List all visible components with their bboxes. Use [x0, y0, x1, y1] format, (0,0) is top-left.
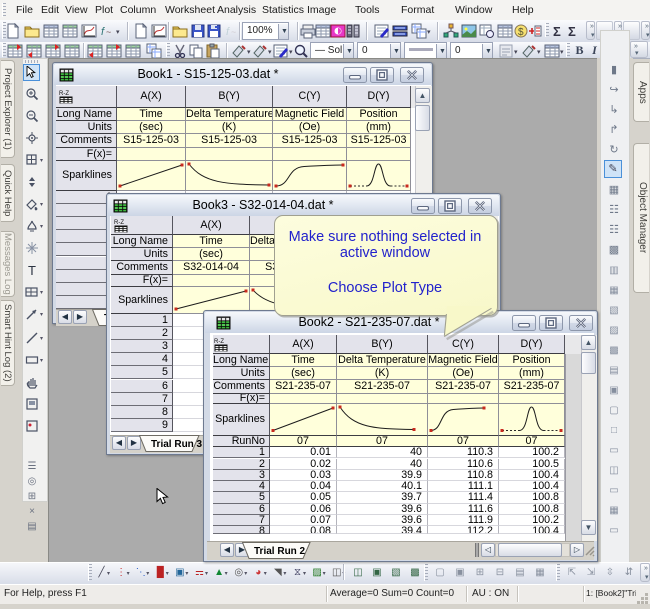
svg-text:$: $	[518, 27, 524, 38]
svg-text:~: ~	[231, 27, 236, 37]
svg-text:Trial Run 3: Trial Run 3	[151, 439, 203, 450]
svg-text:f: f	[226, 26, 230, 38]
svg-text:~: ~	[106, 27, 111, 37]
svg-text:Σ: Σ	[553, 24, 561, 39]
svg-text:T: T	[28, 263, 36, 278]
svg-text:R-Z: R-Z	[59, 91, 69, 97]
svg-text:Σ: Σ	[568, 24, 576, 39]
svg-text:R-Z: R-Z	[214, 339, 224, 345]
svg-text:f: f	[101, 26, 105, 38]
svg-text:R-Z: R-Z	[114, 220, 124, 226]
svg-text:Trial Run 2: Trial Run 2	[254, 546, 306, 557]
